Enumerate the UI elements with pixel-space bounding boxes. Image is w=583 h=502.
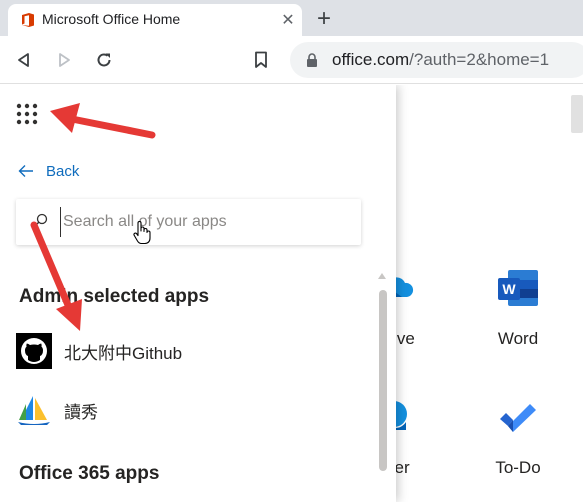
app-label-duxiu: 讀秀 — [64, 402, 98, 422]
scroll-up-arrow-icon[interactable] — [378, 273, 386, 279]
browser-toolbar: office.com/?auth=2&home=1 — [0, 36, 583, 84]
back-nav-button[interactable] — [12, 48, 36, 72]
app-search-input[interactable] — [60, 207, 350, 237]
new-tab-button[interactable]: + — [311, 6, 337, 32]
word-label[interactable]: Word — [463, 329, 573, 349]
forward-nav-button[interactable] — [52, 48, 76, 72]
lock-icon — [307, 53, 317, 67]
bookmark-button[interactable] — [249, 48, 273, 72]
office-logo-icon — [22, 13, 34, 27]
app-launcher-waffle-icon[interactable] — [14, 101, 40, 127]
sailboat-icon — [18, 396, 50, 425]
word-icon[interactable]: W — [496, 268, 540, 308]
app-search-box[interactable] — [16, 199, 361, 245]
tab-strip: Microsoft Office Home ✕ + — [0, 0, 583, 36]
admin-apps-heading: Admin selected apps — [19, 286, 210, 307]
back-link[interactable]: Back — [18, 161, 79, 181]
search-icon — [33, 213, 48, 228]
triangle-right-icon — [59, 53, 70, 67]
page-scroll-indicator[interactable] — [571, 95, 583, 133]
reload-icon — [97, 53, 111, 67]
office-home-page: Drive W Word mer To-Do Back — [0, 85, 583, 502]
tab-title: Microsoft Office Home — [42, 11, 181, 27]
panel-scrollbar[interactable] — [376, 273, 388, 502]
office-apps-heading: Office 365 apps — [19, 463, 160, 484]
arrow-left-icon — [18, 165, 33, 177]
close-tab-icon[interactable]: ✕ — [278, 10, 298, 30]
triangle-left-icon — [18, 53, 29, 67]
scroll-thumb[interactable] — [379, 290, 387, 471]
github-icon — [16, 333, 52, 369]
reload-button[interactable] — [92, 48, 116, 72]
browser-tab[interactable]: Microsoft Office Home ✕ — [8, 4, 302, 36]
hand-cursor-icon — [133, 221, 151, 245]
svg-text:W: W — [502, 281, 516, 297]
app-label-github: 北大附中Github — [64, 343, 183, 363]
url-text: office.com/?auth=2&home=1 — [332, 50, 549, 70]
url-host: office.com — [332, 50, 410, 69]
todo-label[interactable]: To-Do — [463, 458, 573, 478]
todo-check-icon[interactable] — [497, 401, 539, 433]
app-item-duxiu[interactable]: 讀秀 — [16, 390, 356, 430]
back-label: Back — [46, 162, 80, 180]
address-bar[interactable]: office.com/?auth=2&home=1 — [290, 42, 583, 78]
bookmark-icon — [255, 51, 267, 68]
app-launcher-panel: Back Admin selected apps 北大附中Github — [0, 85, 396, 502]
url-path: /?auth=2&home=1 — [409, 50, 550, 69]
app-item-github[interactable]: 北大附中Github — [16, 331, 356, 371]
